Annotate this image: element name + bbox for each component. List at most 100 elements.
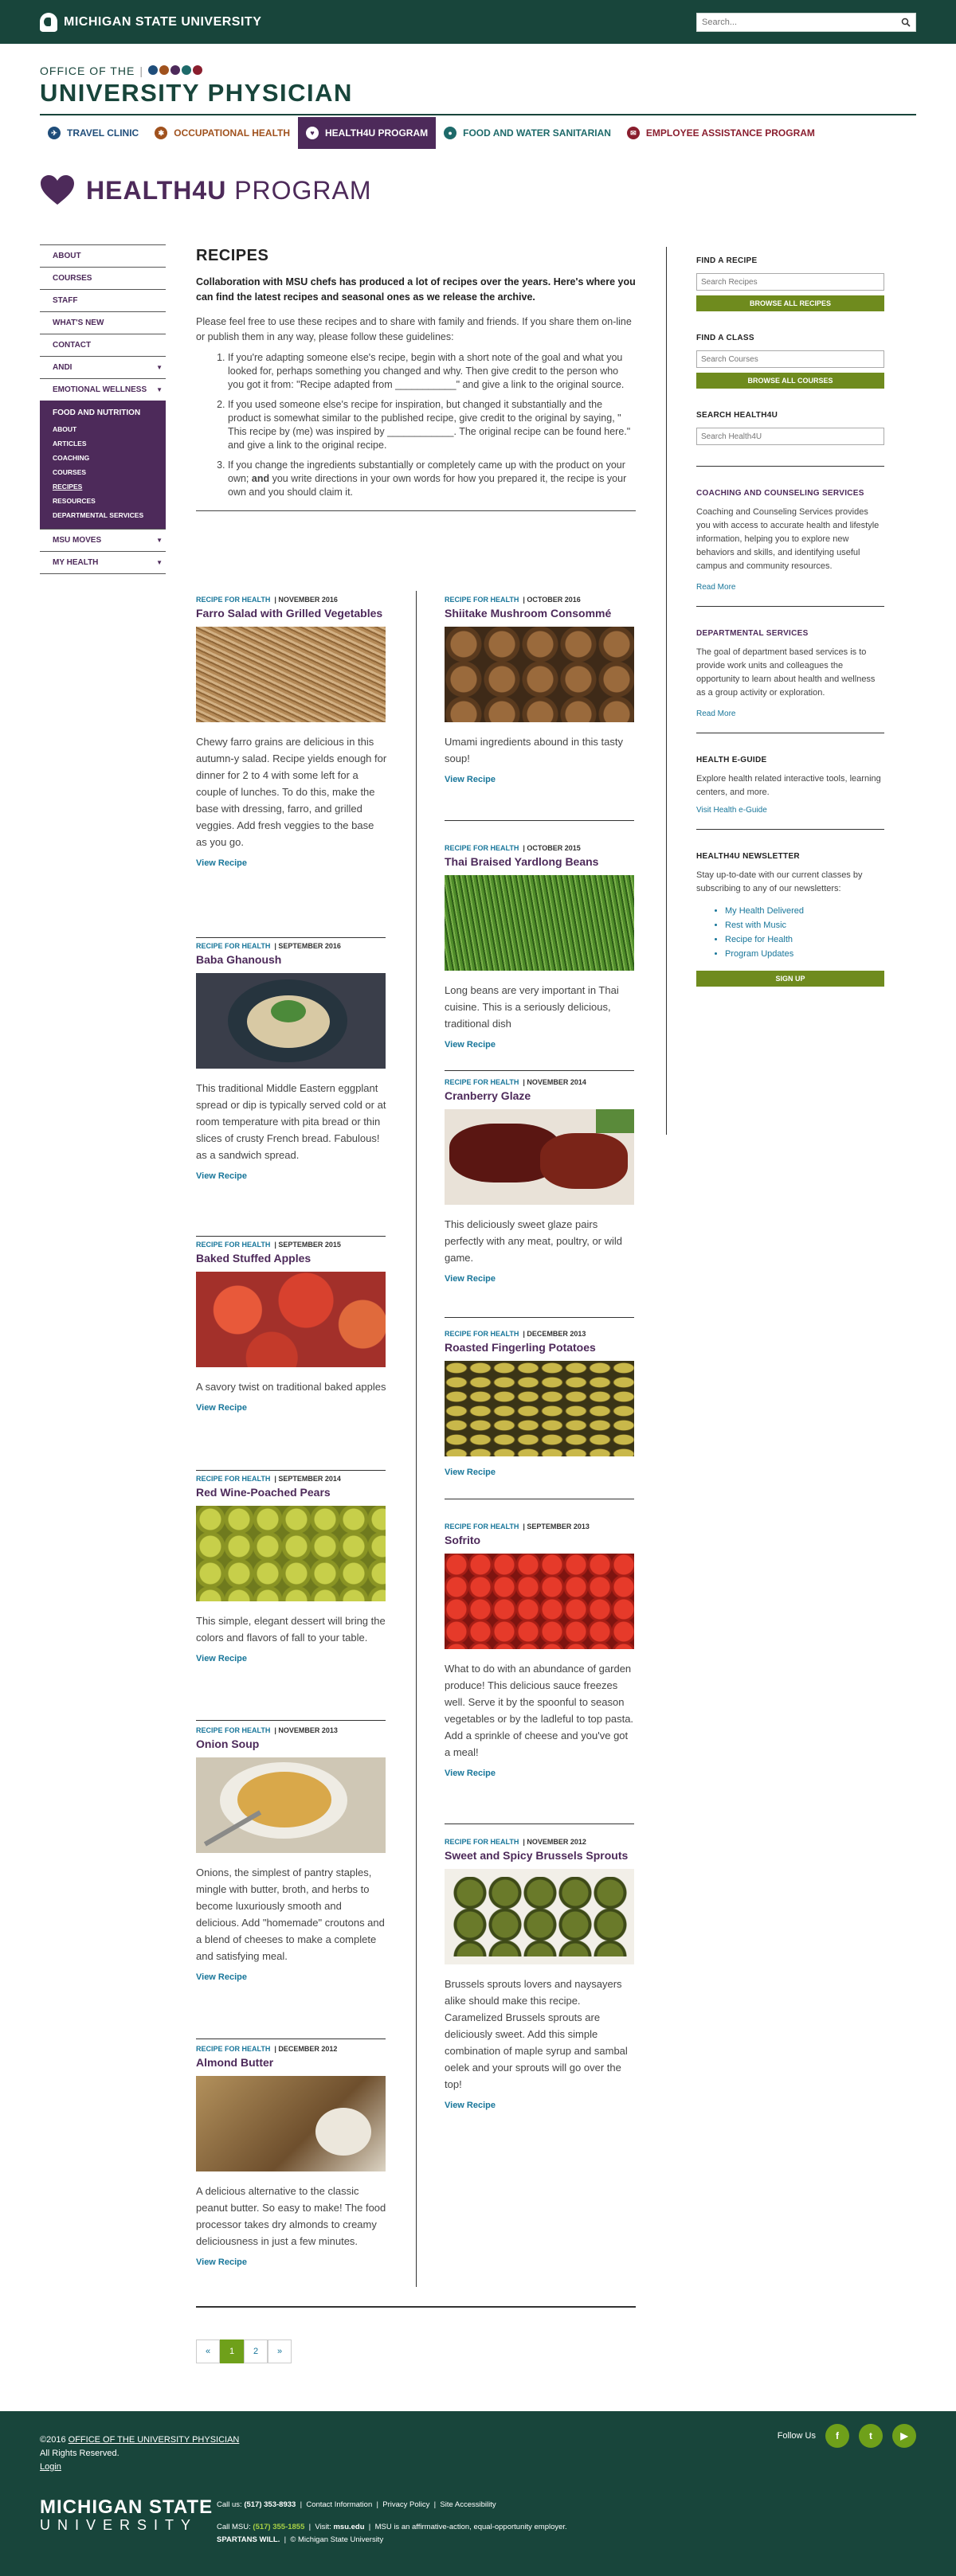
nav-courses[interactable]: COURSES xyxy=(40,267,166,289)
apples-image[interactable] xyxy=(196,1272,386,1367)
recipe-title[interactable]: Sofrito xyxy=(445,1534,636,1547)
subnav-articles[interactable]: ARTICLES xyxy=(40,436,166,451)
h4u-search-input[interactable] xyxy=(696,428,884,445)
nav-msu-moves[interactable]: MSU MOVES ▼ xyxy=(40,529,166,551)
onion-soup-image[interactable] xyxy=(196,1757,386,1853)
newsletter-item[interactable]: Program Updates xyxy=(725,947,884,961)
facebook-icon[interactable]: f xyxy=(825,2424,849,2448)
nav-andi[interactable]: ANDI ▼ xyxy=(40,356,166,378)
recipe-category[interactable]: RECIPE FOR HEALTH xyxy=(445,596,519,604)
recipe-category[interactable]: RECIPE FOR HEALTH xyxy=(196,1726,270,1734)
view-recipe-link[interactable]: View Recipe xyxy=(445,1769,636,1778)
eguide-link[interactable]: Visit Health e-Guide xyxy=(696,806,884,815)
course-search-input[interactable] xyxy=(696,350,884,368)
recipe-title[interactable]: Almond Butter xyxy=(196,2056,387,2070)
recipe-title[interactable]: Baked Stuffed Apples xyxy=(196,1252,387,1265)
departmental-read-more-link[interactable]: Read More xyxy=(696,709,884,718)
nav-my-health[interactable]: MY HEALTH ▼ xyxy=(40,551,166,574)
recipe-category[interactable]: RECIPE FOR HEALTH xyxy=(196,1241,270,1249)
nav-staff[interactable]: STAFF xyxy=(40,289,166,311)
view-recipe-link[interactable]: View Recipe xyxy=(196,858,387,868)
subnav-resources[interactable]: RESOURCES xyxy=(40,494,166,508)
chevron-down-icon[interactable]: ▼ xyxy=(156,386,163,393)
subnav-recipes[interactable]: RECIPES xyxy=(40,479,166,494)
shiitake-image[interactable] xyxy=(445,627,634,722)
view-recipe-link[interactable]: View Recipe xyxy=(196,1403,387,1413)
view-recipe-link[interactable]: View Recipe xyxy=(445,1274,636,1284)
nav-contact[interactable]: CONTACT xyxy=(40,334,166,356)
program-food-water[interactable]: ● FOOD AND WATER SANITARIAN xyxy=(436,117,619,149)
twitter-icon[interactable]: t xyxy=(859,2424,883,2448)
view-recipe-link[interactable]: View Recipe xyxy=(445,2101,636,2110)
newsletter-item[interactable]: My Health Delivered xyxy=(725,904,884,918)
recipe-title[interactable]: Farro Salad with Grilled Vegetables xyxy=(196,607,387,620)
view-recipe-link[interactable]: View Recipe xyxy=(196,2257,387,2267)
view-recipe-link[interactable]: View Recipe xyxy=(445,1468,636,1477)
view-recipe-link[interactable]: View Recipe xyxy=(445,1040,636,1050)
recipe-category[interactable]: RECIPE FOR HEALTH xyxy=(445,1523,519,1530)
recipe-title[interactable]: Cranberry Glaze xyxy=(445,1089,636,1103)
subnav-courses[interactable]: COURSES xyxy=(40,465,166,479)
tomatoes-image[interactable] xyxy=(445,1554,634,1649)
coaching-heading[interactable]: COACHING AND COUNSELING SERVICES xyxy=(696,489,884,498)
accessibility-link[interactable]: Site Accessibility xyxy=(440,2500,496,2509)
youtube-icon[interactable]: ▶ xyxy=(892,2424,916,2448)
pears-image[interactable] xyxy=(196,1506,386,1601)
recipe-title[interactable]: Onion Soup xyxy=(196,1738,387,1751)
footer-msu-wordmark[interactable]: MICHIGAN STATE UNIVERSITY xyxy=(40,2498,213,2534)
recipe-category[interactable]: RECIPE FOR HEALTH xyxy=(196,2045,270,2053)
pager-next[interactable]: » xyxy=(268,2340,292,2363)
chevron-down-icon[interactable]: ▼ xyxy=(156,537,163,544)
nav-food-nutrition[interactable]: FOOD AND NUTRITION xyxy=(40,404,166,422)
recipe-title[interactable]: Sweet and Spicy Brussels Sprouts xyxy=(445,1849,636,1863)
almond-butter-image[interactable] xyxy=(196,2076,386,2171)
view-recipe-link[interactable]: View Recipe xyxy=(445,775,636,784)
msu-phone[interactable]: (517) 355-1855 xyxy=(253,2523,304,2531)
nav-whats-new[interactable]: WHAT'S NEW xyxy=(40,311,166,334)
pager-prev[interactable]: « xyxy=(196,2340,220,2363)
contact-link[interactable]: Contact Information xyxy=(306,2500,372,2509)
subnav-departmental-services[interactable]: DEPARTMENTAL SERVICES xyxy=(40,508,166,522)
baba-ghanoush-image[interactable] xyxy=(196,973,386,1069)
farro-image[interactable] xyxy=(196,627,386,722)
view-recipe-link[interactable]: View Recipe xyxy=(196,1171,387,1181)
newsletter-item[interactable]: Rest with Music xyxy=(725,918,884,932)
site-search-input[interactable] xyxy=(702,17,877,27)
recipe-title[interactable]: Shiitake Mushroom Consommé xyxy=(445,607,636,620)
nav-emotional-wellness[interactable]: EMOTIONAL WELLNESS ▼ xyxy=(40,378,166,401)
recipe-category[interactable]: RECIPE FOR HEALTH xyxy=(445,1838,519,1846)
view-recipe-link[interactable]: View Recipe xyxy=(196,1972,387,1982)
recipe-category[interactable]: RECIPE FOR HEALTH xyxy=(196,942,270,950)
login-link[interactable]: Login xyxy=(40,2462,61,2472)
nav-about[interactable]: ABOUT xyxy=(40,244,166,267)
search-icon[interactable] xyxy=(901,18,911,27)
recipe-category[interactable]: RECIPE FOR HEALTH xyxy=(445,1078,519,1086)
program-employee-assistance[interactable]: ✉ EMPLOYEE ASSISTANCE PROGRAM xyxy=(619,117,823,149)
recipe-category[interactable]: RECIPE FOR HEALTH xyxy=(445,844,519,852)
subnav-coaching[interactable]: COACHING xyxy=(40,451,166,465)
coaching-read-more-link[interactable]: Read More xyxy=(696,583,884,592)
recipe-category[interactable]: RECIPE FOR HEALTH xyxy=(196,596,270,604)
office-title[interactable]: UNIVERSITY PHYSICIAN xyxy=(40,79,916,107)
chevron-down-icon[interactable]: ▼ xyxy=(156,364,163,371)
chevron-down-icon[interactable]: ▼ xyxy=(156,559,163,566)
signup-button[interactable]: SIGN UP xyxy=(696,971,884,987)
recipe-title[interactable]: Thai Braised Yardlong Beans xyxy=(445,855,636,869)
browse-recipes-button[interactable]: BROWSE ALL RECIPES xyxy=(696,295,884,311)
office-phone[interactable]: (517) 353-8933 xyxy=(244,2500,296,2509)
departmental-heading[interactable]: DEPARTMENTAL SERVICES xyxy=(696,629,884,638)
fingerling-potatoes-image[interactable] xyxy=(445,1361,634,1456)
subnav-about[interactable]: ABOUT xyxy=(40,422,166,436)
office-link[interactable]: OFFICE OF THE UNIVERSITY PHYSICIAN xyxy=(69,2435,240,2445)
program-health4u[interactable]: ♥ HEALTH4U PROGRAM xyxy=(298,117,437,149)
newsletter-item[interactable]: Recipe for Health xyxy=(725,932,884,947)
program-occupational-health[interactable]: ✱ OCCUPATIONAL HEALTH xyxy=(147,117,298,149)
brussels-sprouts-image[interactable] xyxy=(445,1869,634,1964)
msu-logo[interactable]: MICHIGAN STATE UNIVERSITY xyxy=(40,12,261,32)
recipe-category[interactable]: RECIPE FOR HEALTH xyxy=(196,1475,270,1483)
privacy-link[interactable]: Privacy Policy xyxy=(382,2500,429,2509)
view-recipe-link[interactable]: View Recipe xyxy=(196,1654,387,1663)
pager-page-1[interactable]: 1 xyxy=(220,2340,244,2363)
recipe-category[interactable]: RECIPE FOR HEALTH xyxy=(445,1330,519,1338)
browse-courses-button[interactable]: BROWSE ALL COURSES xyxy=(696,373,884,389)
